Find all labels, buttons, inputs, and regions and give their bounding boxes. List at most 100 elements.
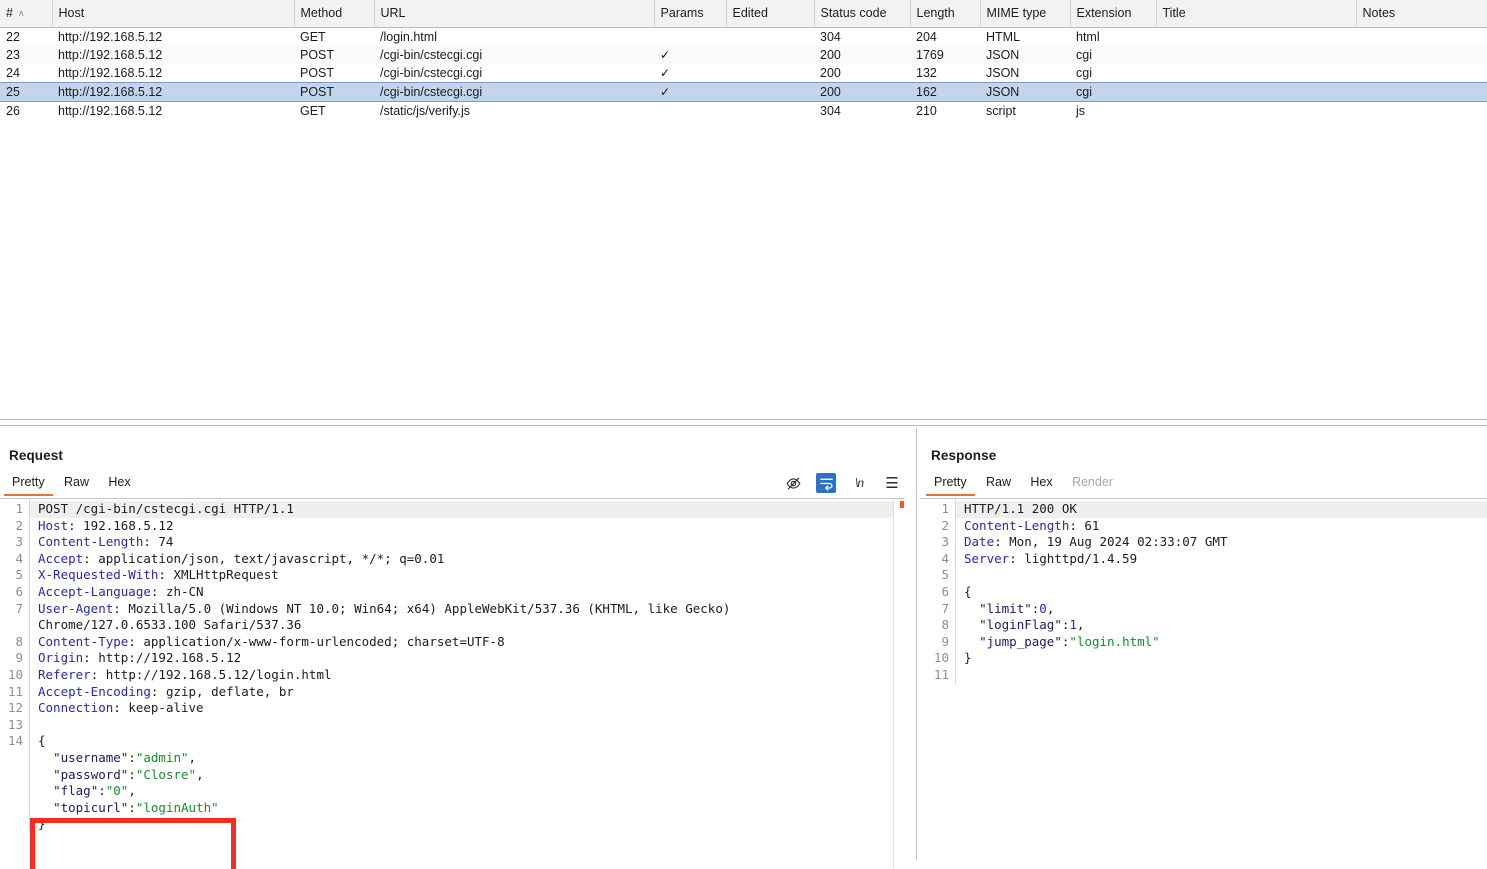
cell-extension: cgi <box>1076 48 1092 62</box>
tab-response-raw[interactable]: Raw <box>978 473 1019 494</box>
cell-mime-type: JSON <box>986 48 1020 62</box>
code-line: Origin: http://192.168.5.12 <box>38 650 242 666</box>
tab-request-hex[interactable]: Hex <box>100 473 138 494</box>
code-line: User-Agent: Mozilla/5.0 (Windows NT 10.0… <box>38 600 731 616</box>
tab-request-pretty[interactable]: Pretty <box>4 473 53 496</box>
request-scrollbar[interactable] <box>893 499 905 869</box>
cell-extension: cgi <box>1070 82 1156 102</box>
line-number: 4 <box>941 550 949 566</box>
line-number: 3 <box>15 534 23 550</box>
table-row[interactable]: 23 http://192.168.5.12 POST/cgi-bin/cstecg… <box>0 46 1487 64</box>
cell-method: POST <box>294 82 374 102</box>
column-header-mime-type[interactable]: MIME type <box>980 0 1071 28</box>
line-number <box>0 816 23 833</box>
request-line-numbers: 1 2 3 4 5 6 7 8 9 10 11 12 13 14 <box>0 499 30 833</box>
cell-edited <box>726 82 814 102</box>
cell-title <box>1156 28 1356 47</box>
cell-host: http://192.168.5.12 <box>58 104 163 118</box>
column-header-params[interactable]: Params <box>654 0 727 28</box>
hide-eye-icon[interactable] <box>783 473 803 493</box>
cell-mime-type: script <box>986 104 1016 118</box>
line-number: 9 <box>15 650 23 666</box>
line-number: 5 <box>15 567 23 583</box>
table-row[interactable]: 26 http://192.168.5.12 GET/static/js/verif… <box>0 101 1487 121</box>
message-editor-area: Request Pretty Raw Hex \n ☰ 1 2 3 4 5 6 … <box>0 428 1487 869</box>
newline-glyph: \n <box>854 476 864 490</box>
column-header-length[interactable]: Length <box>910 0 981 28</box>
code-line: "jump_page":"login.html" <box>979 633 1160 649</box>
http-history-panel[interactable]: # ∧ Host Method URL Params Edited Status … <box>0 0 1487 420</box>
cell-length: 210 <box>916 104 937 118</box>
column-header-status-code[interactable]: Status code <box>814 0 911 28</box>
response-panel-title: Response <box>931 448 997 463</box>
code-line: Host: 192.168.5.12 <box>38 517 174 533</box>
table-row[interactable]: 25 http://192.168.5.12 POST/cgi-bin/cstecg… <box>0 82 1487 102</box>
line-number: 6 <box>941 583 949 599</box>
cell-notes <box>1356 28 1487 47</box>
newline-icon[interactable]: \n <box>849 473 869 493</box>
scrollbar-marker <box>900 501 904 508</box>
code-line: POST /cgi-bin/cstecgi.cgi HTTP/1.1 <box>30 501 905 518</box>
code-line: { <box>38 733 46 749</box>
cell-status-code: 200 <box>814 82 910 102</box>
check-icon: ✓ <box>660 48 671 62</box>
response-editor[interactable]: 1 2 3 4 5 6 7 8 9 10 11 HTTP/1.1 200 OK Content-Len… <box>920 498 1487 869</box>
tab-response-hex[interactable]: Hex <box>1022 473 1060 494</box>
code-line: "limit":0, <box>979 600 1055 616</box>
http-history-body[interactable]: 22 http://192.168.5.12 GET/login.html 304 20… <box>0 27 1487 121</box>
column-header-notes[interactable]: Notes <box>1356 0 1487 28</box>
tab-response-render: Render <box>1071 475 1113 489</box>
line-number: 2 <box>941 517 949 533</box>
code-line: Accept: application/json, text/javascrip… <box>38 550 445 566</box>
table-row[interactable]: 24 http://192.168.5.12 POST/cgi-bin/cstecg… <box>0 64 1487 83</box>
request-editor[interactable]: 1 2 3 4 5 6 7 8 9 10 11 12 13 14 POST /cgi-bin/cstecg… <box>0 498 905 869</box>
http-history-table[interactable]: # ∧ Host Method URL Params Edited Status … <box>0 0 1487 120</box>
line-number: 8 <box>941 617 949 633</box>
line-number: 9 <box>941 633 949 649</box>
code-line: Content-Type: application/x-www-form-url… <box>38 633 505 649</box>
cell-notes <box>1356 46 1487 64</box>
cell-method: GET <box>300 104 326 118</box>
code-line: Accept-Language: zh-CN <box>38 583 204 599</box>
horizontal-splitter[interactable] <box>0 419 1487 426</box>
cell-title <box>1156 102 1356 121</box>
cell-num: 24 <box>6 66 20 80</box>
cell-method: POST <box>300 48 335 62</box>
menu-icon[interactable]: ☰ <box>882 473 902 493</box>
word-wrap-icon[interactable] <box>816 473 836 493</box>
tab-response-pretty[interactable]: Pretty <box>926 473 975 496</box>
column-header-method[interactable]: Method <box>294 0 375 28</box>
column-header-host[interactable]: Host <box>52 0 295 28</box>
response-panel: Response Pretty Raw Hex Render 123456789… <box>920 428 1487 869</box>
cell-params: ✓ <box>654 82 726 102</box>
cell-host: http://192.168.5.12 <box>58 48 163 62</box>
column-header-title[interactable]: Title <box>1156 0 1357 28</box>
table-row[interactable]: 22 http://192.168.5.12 GET/login.html 304 20… <box>0 27 1487 47</box>
cell-length: 204 <box>916 30 937 44</box>
line-number: 7 <box>941 600 949 616</box>
line-number: 7 <box>15 600 23 616</box>
code-line: "flag":"0", <box>53 783 136 799</box>
column-header-num[interactable]: # ∧ <box>0 0 53 28</box>
line-number: 13 <box>7 716 23 732</box>
cell-host: http://192.168.5.12 <box>52 82 294 102</box>
tab-request-raw[interactable]: Raw <box>56 473 97 494</box>
response-tab-bar[interactable]: Pretty Raw Hex Render <box>920 473 1487 497</box>
request-tools: \n ☰ <box>783 473 902 493</box>
cell-url: /cgi-bin/cstecgi.cgi <box>380 48 483 62</box>
column-header-url[interactable]: URL <box>374 0 655 28</box>
response-body-text[interactable]: HTTP/1.1 200 OK Content-Length: 61 Date: M… <box>956 499 1487 684</box>
code-line: } <box>964 650 972 666</box>
vertical-splitter[interactable] <box>916 428 919 860</box>
cell-num: 23 <box>6 48 20 62</box>
column-header-extension[interactable]: Extension <box>1070 0 1157 28</box>
cell-host: http://192.168.5.12 <box>58 66 163 80</box>
cell-method: POST <box>300 66 335 80</box>
line-number: 11 <box>7 683 23 699</box>
request-tab-bar[interactable]: Pretty Raw Hex \n ☰ <box>0 473 916 497</box>
response-line-numbers: 1 2 3 4 5 6 7 8 9 10 11 <box>920 499 956 684</box>
code-line: Content-Length: 61 <box>964 517 1100 533</box>
request-body-text[interactable]: POST /cgi-bin/cstecgi.cgi HTTP/1.1 Host: … <box>30 499 905 833</box>
cell-params: ✓ <box>654 64 726 83</box>
column-header-edited[interactable]: Edited <box>726 0 815 28</box>
